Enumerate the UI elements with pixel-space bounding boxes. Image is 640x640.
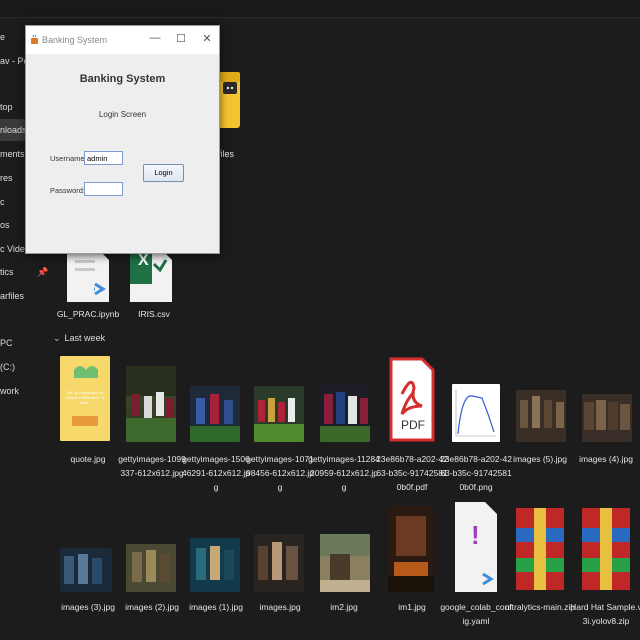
file-name: gettyimages-1128420959-612x612.jpg [308, 454, 380, 492]
password-label: Password: [50, 186, 86, 195]
file-name: images (1).jpg [189, 602, 243, 612]
file-gettyimages-150646291[interactable]: gettyimages-150646291-612x612.jpg [182, 356, 250, 496]
quote-caption: Tell us if what you do makes a differenc… [65, 390, 105, 405]
section-last-week[interactable]: ⌄ Last week [53, 333, 105, 344]
nav-item-label: nloads [0, 125, 27, 135]
file-iris[interactable]: X IRIS.csv [122, 246, 182, 326]
nav-item-label: arfiles [0, 291, 25, 301]
file-name: quote.jpg [70, 454, 106, 464]
file-pdf[interactable]: PDF 23e86b78-a202-4263-b35c-917425810b0f… [376, 356, 448, 496]
file-name: gettyimages-107198456-612x612.jpg [245, 454, 315, 492]
image-thumbnail [452, 384, 500, 442]
file-images-3[interactable]: images (3).jpg [56, 500, 120, 640]
file-quote[interactable]: Tell us if what you do makes a differenc… [56, 356, 120, 496]
nav-item-c-drive[interactable]: (C:) [0, 356, 52, 378]
dialog-heading: Banking System [79, 73, 166, 85]
file-images-5[interactable]: images (5).jpg [508, 356, 572, 496]
section-label: Last week [64, 333, 106, 343]
file-gl-prac[interactable]: GL_PRAC.ipynb [57, 246, 119, 326]
file-im2[interactable]: im2.jpg [312, 500, 376, 640]
explorer-top-strip [0, 0, 640, 18]
nav-item-analytics[interactable]: tics 📌 [0, 261, 52, 283]
maximize-button[interactable]: ☐ [174, 32, 188, 45]
file-images-2[interactable]: images (2).jpg [120, 500, 184, 640]
image-thumbnail [582, 394, 632, 442]
dialog-titlebar[interactable]: Banking System — ☐ ✕ [26, 26, 219, 54]
login-button[interactable]: Login [143, 164, 184, 182]
username-field[interactable] [84, 151, 123, 165]
file-name: google_colab_config.yaml [440, 602, 512, 626]
nav-item-label: ments [0, 149, 25, 159]
dialog-title: Banking System [42, 35, 108, 45]
image-thumbnail [190, 538, 240, 592]
file-png[interactable]: 23e86b78-a202-4263-b35c-917425810b0f.png [440, 356, 512, 496]
file-google-colab-config[interactable]: ! google_colab_config.yaml [440, 500, 512, 640]
image-thumbnail [388, 506, 434, 592]
nav-item-network[interactable]: work [0, 380, 52, 402]
image-thumbnail [516, 390, 566, 442]
file-name: 23e86b78-a202-4263-b35c-917425810b0f.png [440, 454, 512, 492]
nav-item-label: work [0, 386, 20, 396]
nav-item-label: tics [0, 267, 14, 277]
nav-item-label: PC [0, 338, 13, 348]
image-thumbnail [320, 384, 370, 442]
image-thumbnail [60, 548, 112, 592]
excel-file-icon [130, 248, 172, 302]
pin-icon: 📌 [37, 267, 49, 277]
file-name: images (5).jpg [513, 454, 567, 464]
file-images[interactable]: images.jpg [248, 500, 312, 640]
file-name: gettyimages-1099337-612x612.jpg [118, 454, 186, 478]
dialog-subheading: Login Screen [98, 110, 147, 119]
file-name: im2.jpg [330, 602, 358, 612]
nav-item-label: c [0, 197, 5, 207]
file-images-1[interactable]: images (1).jpg [184, 500, 248, 640]
password-field[interactable] [84, 182, 123, 196]
file-name: images (4).jpg [579, 454, 633, 464]
excel-badge-letter: X [138, 252, 149, 269]
image-thumbnail [126, 366, 176, 442]
zip-archive-icon [582, 508, 630, 590]
image-thumbnail: Tell us if what you do makes a differenc… [60, 356, 110, 441]
nav-item-label: res [0, 173, 13, 183]
image-thumbnail [126, 544, 176, 592]
close-button[interactable]: ✕ [200, 32, 214, 45]
notebook-file-icon [67, 248, 109, 302]
file-name: gettyimages-150646291-612x612.jpg [181, 454, 251, 492]
file-name: IRIS.csv [138, 309, 170, 319]
nav-item-label: e [0, 32, 6, 42]
yaml-badge: ! [471, 520, 480, 550]
pdf-badge: PDF [401, 418, 425, 432]
chevron-down-icon: ⌄ [53, 333, 61, 343]
file-im1[interactable]: im1.jpg [380, 500, 444, 640]
java-cup-icon [31, 34, 38, 44]
file-gettyimages-1099337[interactable]: gettyimages-1099337-612x612.jpg [118, 356, 186, 496]
image-thumbnail [190, 386, 240, 442]
file-gettyimages-107198456[interactable]: gettyimages-107198456-612x612.jpg [246, 356, 314, 496]
file-name: images.jpg [259, 602, 301, 612]
file-hard-hat-sample[interactable]: Hard Hat Sample.v3i.yolov8.zip [570, 500, 640, 640]
file-ultralytics-main[interactable]: ultralytics-main.zip [505, 500, 575, 640]
file-name: im1.jpg [398, 602, 426, 612]
file-name: 23e86b78-a202-4263-b35c-917425810b0f.pdf [376, 454, 448, 492]
file-name: images (3).jpg [61, 602, 115, 612]
file-gettyimages-1128420959[interactable]: gettyimages-1128420959-612x612.jpg [308, 356, 380, 496]
minimize-button[interactable]: — [148, 32, 162, 44]
image-thumbnail [254, 534, 304, 592]
file-name: ultralytics-main.zip [505, 602, 575, 612]
file-name: GL_PRAC.ipynb [56, 309, 120, 319]
file-images-4[interactable]: images (4).jpg [574, 356, 638, 496]
username-label: Username: [50, 154, 87, 163]
banking-login-dialog: Banking System — ☐ ✕ Banking System Logi… [25, 25, 220, 254]
image-thumbnail [320, 534, 370, 592]
nav-item-label: top [0, 102, 13, 112]
nav-item-label: os [0, 220, 10, 230]
zip-archive-icon [516, 508, 564, 590]
file-name: images (2).jpg [125, 602, 179, 612]
nav-item-starfiles[interactable]: arfiles [0, 285, 52, 307]
file-name: Hard Hat Sample.v3i.yolov8.zip [570, 602, 640, 626]
image-thumbnail [254, 386, 304, 442]
nav-item-this-pc[interactable]: PC [0, 332, 52, 354]
nav-item-label: (C:) [0, 362, 15, 372]
